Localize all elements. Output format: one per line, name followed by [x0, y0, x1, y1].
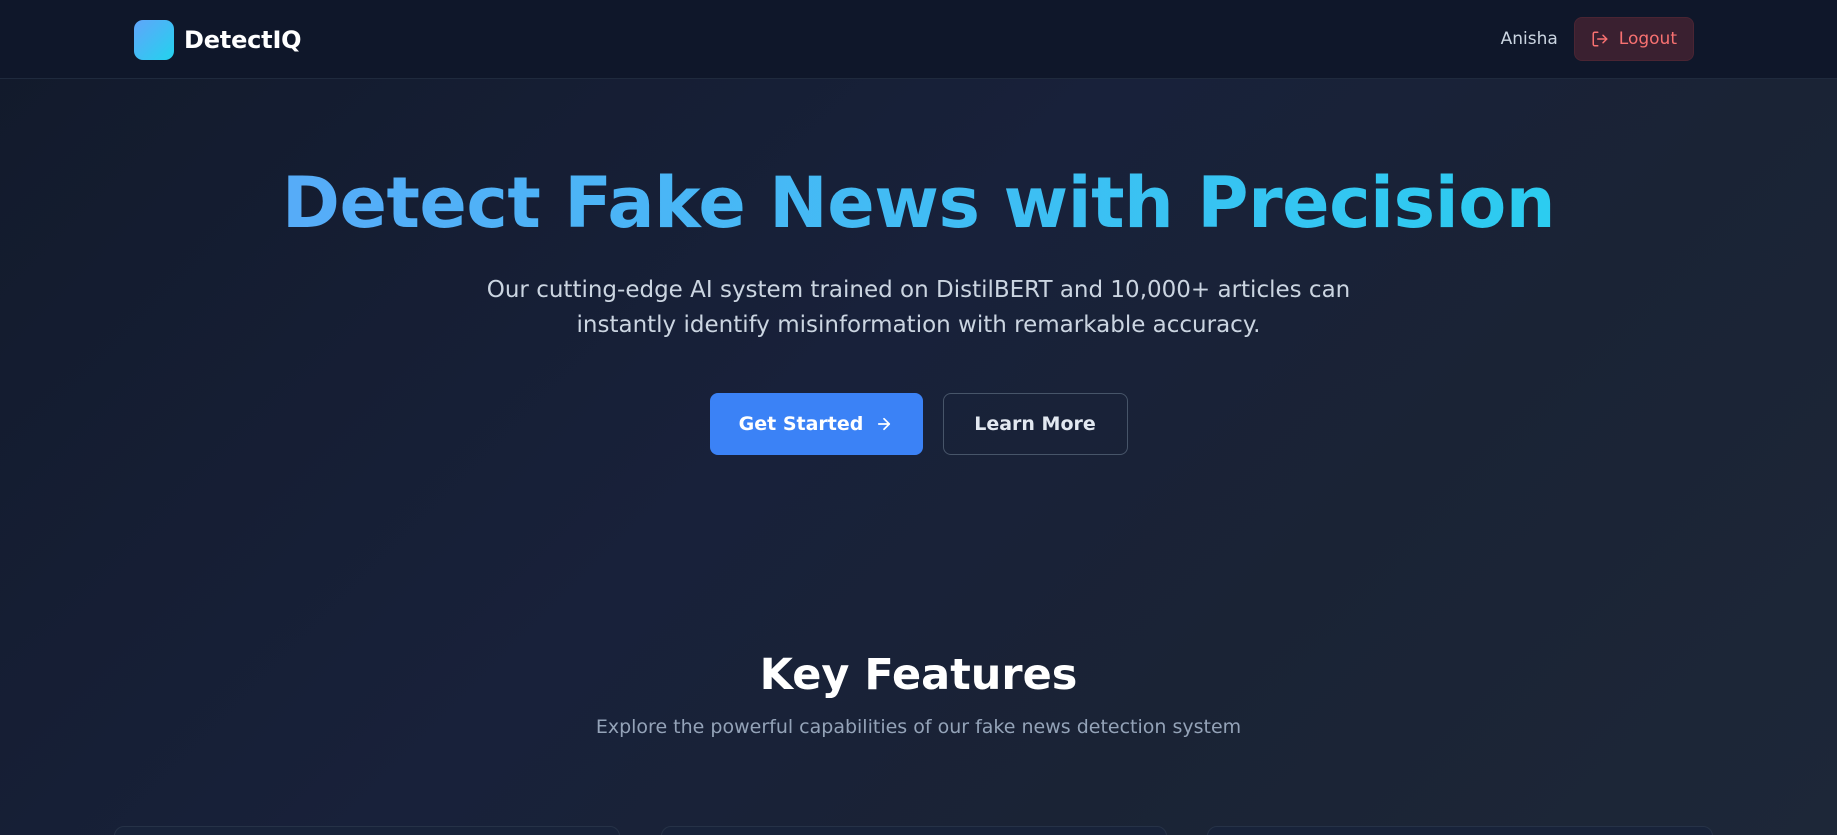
hero-subtitle: Our cutting-edge AI system trained on Di…: [486, 277, 1351, 338]
feature-card[interactable]: [1207, 826, 1713, 835]
get-started-label: Get Started: [738, 413, 864, 435]
feature-card[interactable]: [661, 826, 1167, 835]
logout-label: Logout: [1618, 29, 1677, 49]
feature-card[interactable]: [114, 826, 620, 835]
hero-title: Detect Fake News with Precision: [0, 159, 1837, 247]
hero-actions: Get Started Learn More: [0, 393, 1837, 455]
username: Anisha: [1500, 29, 1558, 49]
nav-user-area: Anisha Logout: [1501, 17, 1694, 61]
feature-cards: [114, 826, 1714, 835]
brand-logo-icon: [134, 20, 174, 60]
navbar: DetectIQ Anisha Logout: [0, 0, 1837, 79]
brand-name: DetectIQ: [184, 26, 302, 54]
logout-button[interactable]: Logout: [1573, 17, 1694, 61]
hero-section: Detect Fake News with Precision Our cutt…: [0, 79, 1837, 455]
features-title: Key Features: [759, 650, 1078, 700]
get-started-button[interactable]: Get Started: [709, 393, 923, 455]
arrow-right-icon: [878, 417, 891, 431]
page: DetectIQ Anisha Logout Detect Fake News …: [0, 0, 1837, 835]
features-section: Key Features Explore the powerful capabi…: [0, 645, 1837, 741]
learn-more-button[interactable]: Learn More: [942, 393, 1128, 455]
brand[interactable]: DetectIQ: [134, 20, 302, 60]
features-subtitle: Explore the powerful capabilities of our…: [595, 716, 1242, 738]
logout-icon: [1592, 31, 1608, 47]
